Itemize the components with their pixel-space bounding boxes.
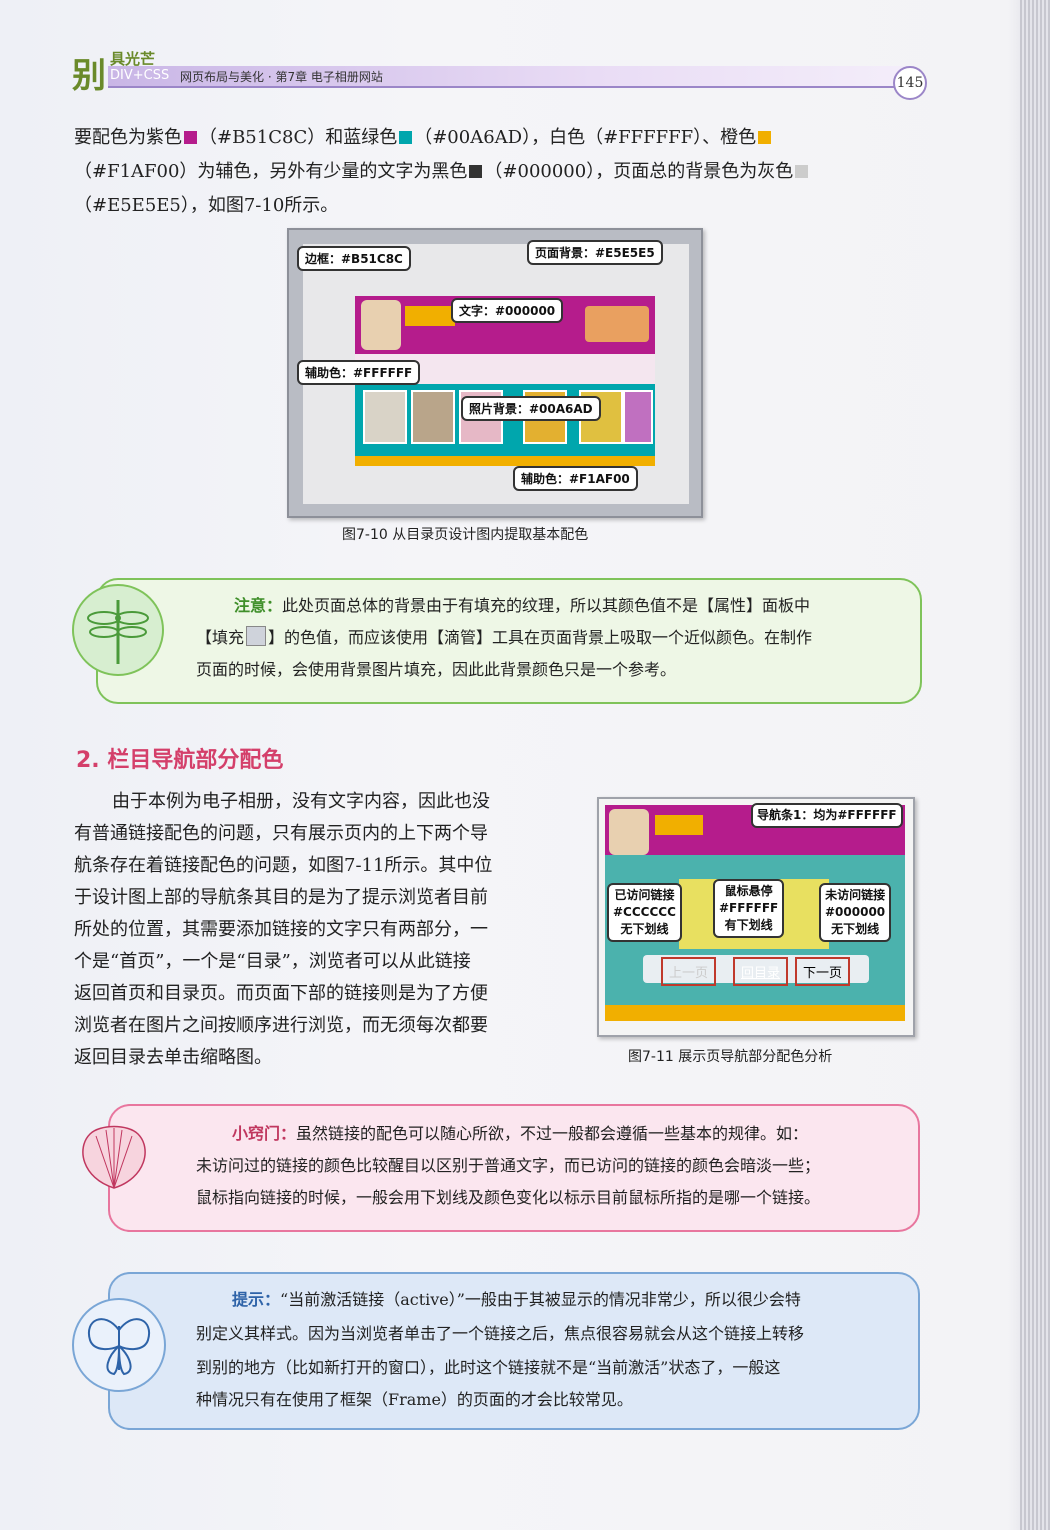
label-text: 鼠标悬停 [724, 884, 773, 898]
label-text: 有下划线 [724, 918, 773, 932]
label-text: 无下划线 [620, 922, 669, 936]
dragonfly-icon [72, 584, 164, 676]
shell-icon [72, 1118, 156, 1192]
tip2-line-4: 种情况只有在使用了框架（Frame）的页面的才会比较常见。 [196, 1390, 633, 1409]
figure-7-10: 边框：#B51C8C 页面背景：#E5E5E5 文字：#000000 辅助色：#… [287, 228, 703, 518]
body-line: 浏览者在图片之间按顺序进行浏览，而无须每次都要 [74, 1015, 488, 1036]
label-border: 边框：#B51C8C [297, 246, 411, 271]
body-line: 所处的位置，其需要添加链接的文字只有两部分，一 [74, 919, 488, 940]
logo-image [405, 306, 455, 326]
teal-swatch [399, 131, 413, 144]
thumbnail [623, 390, 653, 444]
thumbnail [411, 390, 455, 444]
label-aux-orange: 辅助色：#F1AF00 [513, 466, 638, 491]
intro-text: （#00A6AD），白色（#FFFFFF）、橙色 [414, 127, 757, 148]
label-text: #000000 [825, 905, 886, 919]
intro-line-2: （#F1AF00）为辅色，另外有少量的文字为黑色 （#000000），页面总的背景… [74, 156, 810, 188]
header-series: DIV+CSS [110, 68, 170, 83]
body-line: 航条存在着链接配色的问题，如图7-11所示。其中位 [74, 855, 493, 876]
tip2-line-1: 提示：“当前激活链接（active）”一般由于其被显示的情况非常少，所以很少会特 [232, 1284, 801, 1316]
purple-swatch [184, 131, 197, 144]
intro-text: 要配色为紫色 [74, 127, 182, 148]
note-box: 注意：此处页面总体的背景由于有填充的纹理，所以其颜色值不是【属性】面板中 【填充… [96, 578, 922, 704]
body-line: 返回目录去单击缩略图。 [74, 1047, 272, 1068]
tip1-line-3: 鼠标指向链接的时候，一般会用下划线及颜色变化以标示目前鼠标所指的是哪一个链接。 [196, 1188, 821, 1207]
label-text: 已访问链接 [614, 888, 675, 902]
page-edge [1020, 0, 1050, 1530]
body-line: 有普通链接配色的问题，只有展示页内的上下两个导 [74, 823, 488, 844]
intro-text: （#F1AF00）为辅色，另外有少量的文字为黑色 [74, 161, 468, 182]
tip2-line-3: 到别的地方（比如新打开的窗口），此时这个链接就不是“当前激活”状态了，一般这 [196, 1358, 781, 1377]
note-line-2: 【填充 】的色值，而应该使用【滴管】工具在页面背景上吸取一个近似颜色。在制作 [196, 622, 812, 654]
tip2-lead: 提示： [232, 1290, 281, 1309]
note-line-1: 注意：此处页面总体的背景由于有填充的纹理，所以其颜色值不是【属性】面板中 [234, 590, 810, 622]
note-text: 此处页面总体的背景由于有填充的纹理，所以其颜色值不是【属性】面板中 [282, 596, 811, 615]
thumbnail [363, 390, 407, 444]
figure-7-10-caption: 图7-10 从目录页设计图内提取基本配色 [342, 527, 589, 543]
footer-area [355, 456, 655, 466]
label-text: #FFFFFF [719, 901, 779, 915]
note-line-3: 页面的时候，会使用背景图片填充，因此此背景颜色只是一个参考。 [196, 660, 677, 679]
label-text: 未访问链接 [825, 888, 886, 902]
tip1-lead: 小窍门： [232, 1124, 297, 1143]
figure-7-11: 导航条1：均为#FFFFFF 已访问链接 #CCCCCC 无下划线 鼠标悬停 #FFF… [597, 797, 915, 1037]
orange-swatch [758, 131, 772, 144]
tip-box-pink: 小窍门：虽然链接的配色可以随心所欲，不过一般都会遵循一些基本的规律。如： 未访问… [108, 1104, 920, 1232]
prev-page-link[interactable]: 上一页 [661, 957, 717, 986]
header-brand: 具光芒 [110, 50, 156, 68]
tip2-line-2: 别定义其样式。因为当浏览者单击了一个链接之后，焦点很容易就会从这个链接上转移 [196, 1324, 805, 1343]
header-logo: 别 [72, 56, 106, 96]
label-page-bg: 页面背景：#E5E5E5 [527, 240, 663, 265]
kitten-image [361, 300, 401, 350]
tip1-line-1: 小窍门：虽然链接的配色可以随心所欲，不过一般都会遵循一些基本的规律。如： [232, 1118, 808, 1150]
label-text: 无下划线 [831, 922, 880, 936]
tip2-text: “当前激活链接（active）”一般由于其被显示的情况非常少，所以很少会特 [280, 1290, 801, 1309]
intro-text: （#B51C8C）和蓝绿色 [199, 127, 398, 148]
label-nav-bar: 导航条1：均为#FFFFFF [751, 803, 903, 828]
label-visited: 已访问链接 #CCCCCC 无下划线 [607, 883, 682, 942]
label-aux-white: 辅助色：#FFFFFF [297, 360, 421, 385]
intro-line-1: 要配色为紫色 （#B51C8C）和蓝绿色 （#00A6AD），白色（#FFFFFF）… [74, 122, 773, 154]
footer-area [605, 1005, 905, 1021]
catalog-link[interactable]: 回目录 [733, 957, 789, 986]
cats-image [585, 306, 649, 342]
note-text: 】的色值，而应该使用【滴管】工具在页面背景上吸取一个近似颜色。在制作 [268, 628, 813, 647]
fill-icon [246, 626, 267, 646]
page-number: 145 [893, 66, 927, 100]
note-text: 【填充 [196, 628, 245, 647]
note-lead: 注意： [234, 596, 283, 615]
body-line: 由于本例为电子相册，没有文字内容，因此也没 [112, 791, 490, 812]
tip-box-blue: 提示：“当前激活链接（active）”一般由于其被显示的情况非常少，所以很少会特… [108, 1272, 920, 1430]
header-breadcrumb: 网页布局与美化 · 第7章 电子相册网站 [180, 70, 383, 84]
body-line: 返回首页和目录页。而页面下部的链接则是为了方便 [74, 983, 488, 1004]
label-text: #CCCCCC [613, 905, 676, 919]
next-page-link[interactable]: 下一页 [795, 957, 851, 986]
section-title: 2. 栏目导航部分配色 [76, 748, 284, 773]
intro-text: （#000000），页面总的背景色为灰色 [484, 161, 794, 182]
label-text: 文字：#000000 [451, 298, 564, 323]
kitten-image [609, 809, 649, 855]
gray-swatch [795, 165, 809, 178]
body-line: 于设计图上部的导航条其目的是为了提示浏览者目前 [74, 887, 488, 908]
body-line: 个是“首页”，一个是“目录”，浏览者可以从此链接 [74, 951, 471, 972]
logo-image [655, 815, 703, 835]
label-photo-bg: 照片背景：#00A6AD [461, 396, 601, 421]
label-hover: 鼠标悬停 #FFFFFF 有下划线 [713, 879, 785, 938]
tip1-text: 虽然链接的配色可以随心所欲，不过一般都会遵循一些基本的规律。如： [296, 1124, 809, 1143]
figure-7-11-caption: 图7-11 展示页导航部分配色分析 [628, 1049, 833, 1065]
black-swatch [469, 165, 483, 178]
butterfly-icon [72, 1298, 166, 1392]
intro-line-3: （#E5E5E5），如图7-10所示。 [74, 195, 339, 216]
label-unvisited: 未访问链接 #000000 无下划线 [819, 883, 892, 942]
tip1-line-2: 未访问过的链接的颜色比较醒目以区别于普通文字，而已访问的链接的颜色会暗淡一些； [196, 1156, 821, 1175]
